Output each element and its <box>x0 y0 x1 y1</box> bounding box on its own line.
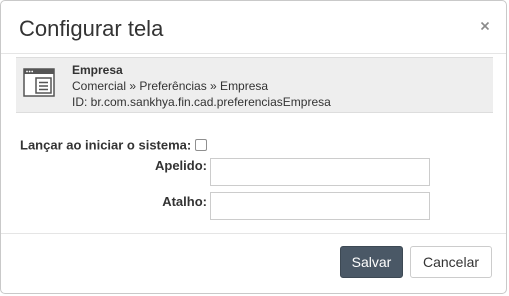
screen-id: ID: br.com.sankhya.fin.cad.preferenciasE… <box>72 95 331 109</box>
atalho-input[interactable] <box>210 192 430 220</box>
dialog-footer: Salvar Cancelar <box>1 233 506 295</box>
apelido-input[interactable] <box>210 158 430 186</box>
atalho-label: Atalho: <box>162 194 207 209</box>
screen-window-icon <box>23 67 55 99</box>
dialog-header: Configurar tela <box>1 1 506 54</box>
screen-name: Empresa <box>72 63 123 77</box>
launch-on-start-checkbox[interactable] <box>195 138 208 151</box>
screen-info-panel: Empresa Comercial » Preferências » Empre… <box>16 57 493 113</box>
launch-on-start-label: Lançar ao iniciar o sistema: <box>20 137 192 153</box>
dialog-title: Configurar tela <box>19 16 164 41</box>
apelido-label: Apelido: <box>155 158 207 173</box>
screen-path: Comercial » Preferências » Empresa <box>72 79 269 93</box>
save-button[interactable]: Salvar <box>340 246 403 278</box>
close-icon[interactable] <box>478 19 492 33</box>
launch-on-start-row: Lançar ao iniciar o sistema: <box>20 136 208 153</box>
configure-screen-dialog: Configurar tela Empresa Comercial » Pref… <box>0 0 507 294</box>
cancel-button[interactable]: Cancelar <box>410 246 492 278</box>
